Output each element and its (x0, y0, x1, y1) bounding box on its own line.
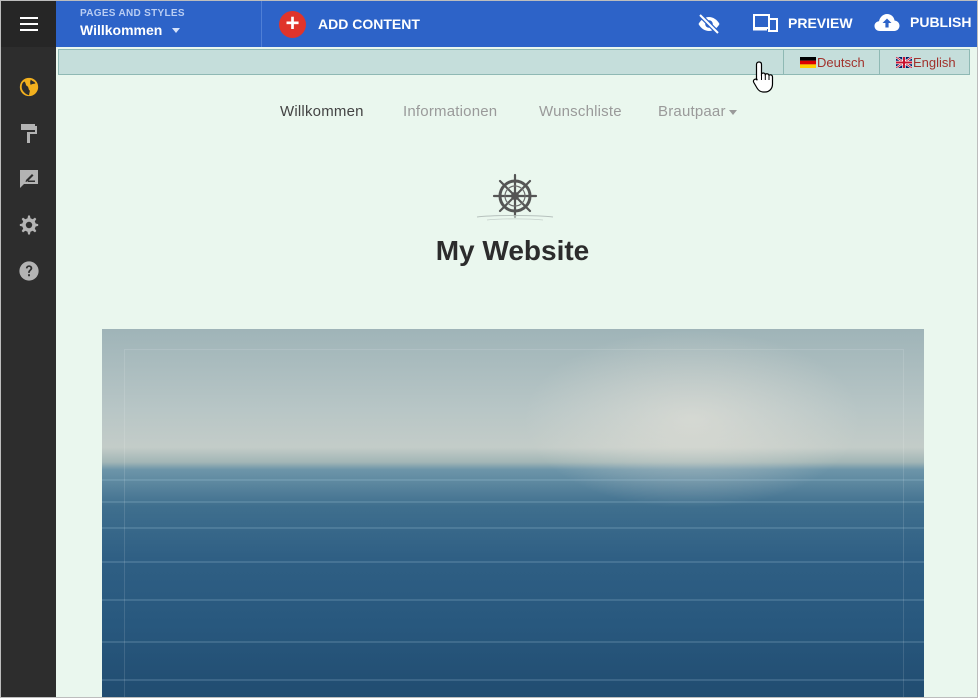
sidebar-item-globe[interactable] (17, 75, 41, 99)
caret-down-icon (728, 109, 737, 115)
devices-icon (753, 14, 778, 32)
publish-button[interactable]: PUBLISH (874, 12, 971, 32)
sidebar-item-settings[interactable] (17, 213, 41, 237)
de-flag-icon (800, 56, 816, 68)
gear-icon (19, 215, 39, 235)
nav-item-brautpaar[interactable]: Brautpaar (658, 103, 737, 120)
ship-wheel-logo-icon (473, 173, 557, 223)
add-content-button[interactable]: + ADD CONTENT (279, 8, 420, 40)
caret-down-icon (172, 28, 180, 33)
nav-item-wunschliste[interactable]: Wunschliste (539, 103, 622, 120)
add-content-label: ADD CONTENT (318, 16, 420, 32)
editor-window: PAGES AND STYLES Willkommen + ADD CONTEN… (0, 0, 978, 698)
pages-and-styles-dropdown[interactable]: PAGES AND STYLES Willkommen (56, 1, 262, 47)
edit-icon (20, 170, 38, 188)
current-page-name: Willkommen (80, 22, 163, 38)
cloud-upload-icon (874, 14, 900, 31)
menu-button[interactable] (1, 1, 56, 47)
language-bar: Deutsch English (58, 49, 970, 75)
hero-frame (124, 349, 904, 697)
sidebar-item-help[interactable] (17, 259, 41, 283)
nav-item-label: Brautpaar (658, 103, 726, 120)
website-preview: Willkommen Informationen Wunschliste Bra… (56, 75, 977, 697)
sidebar-item-design[interactable] (17, 121, 41, 145)
paint-roller-icon (21, 124, 37, 143)
eye-off-icon (698, 13, 720, 35)
language-label: English (913, 54, 956, 70)
top-toolbar: PAGES AND STYLES Willkommen + ADD CONTEN… (56, 1, 977, 47)
plus-icon: + (279, 10, 306, 38)
nav-item-willkommen[interactable]: Willkommen (280, 103, 364, 120)
publish-label: PUBLISH (910, 14, 972, 30)
language-english[interactable]: English (879, 50, 970, 74)
nav-item-informationen[interactable]: Informationen (403, 103, 497, 120)
hero-image (102, 329, 924, 697)
help-icon (19, 261, 39, 281)
hamburger-icon (19, 13, 38, 35)
left-sidebar (1, 1, 56, 697)
language-deutsch[interactable]: Deutsch (783, 50, 894, 74)
uk-flag-icon (896, 56, 912, 68)
hide-button[interactable] (697, 12, 721, 36)
site-navigation: Willkommen Informationen Wunschliste Bra… (56, 103, 977, 125)
pages-caption: PAGES AND STYLES (80, 8, 185, 19)
preview-button[interactable]: PREVIEW (753, 12, 853, 34)
sidebar-item-content[interactable] (17, 167, 41, 191)
globe-icon (19, 77, 39, 97)
language-label: Deutsch (817, 54, 865, 70)
preview-label: PREVIEW (788, 15, 853, 31)
site-title: My Website (435, 235, 590, 266)
hand-cursor-icon (752, 61, 774, 93)
